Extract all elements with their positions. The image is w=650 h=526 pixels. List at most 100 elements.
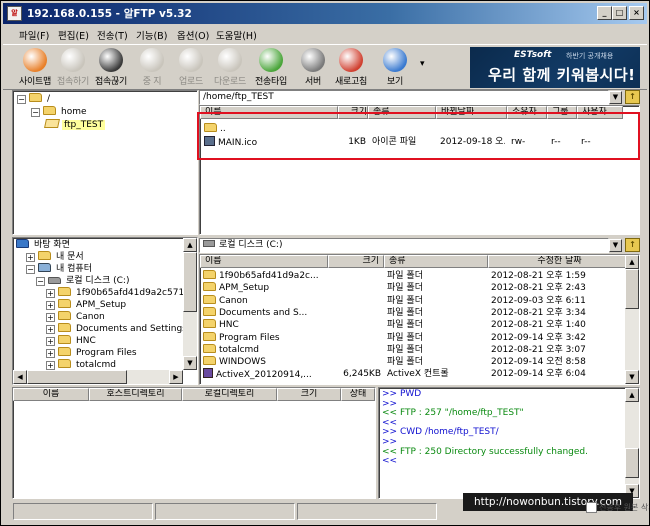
tree-item[interactable]: − / [17, 93, 52, 105]
column-header[interactable]: 호스트디렉토리 [89, 388, 182, 401]
close-button[interactable]: × [629, 6, 644, 20]
remote-folder-tree[interactable]: − / − home ftp_TEST [12, 90, 198, 235]
tree-expander-icon[interactable]: + [46, 349, 55, 358]
file-row[interactable]: APM_Setup 파일 폴더 2012-08-21 오후 2:43 [200, 282, 639, 294]
tree-item[interactable]: ftp_TEST [44, 119, 106, 131]
folder-icon [58, 335, 71, 344]
tree-item[interactable]: 바탕 화면 [16, 239, 72, 251]
local-tree-hscroll[interactable]: ◀ ▶ [13, 370, 183, 384]
file-row[interactable]: totalcmd 파일 폴더 2012-08-21 오후 3:07 [200, 343, 639, 356]
remote-path-dropdown-icon[interactable]: ▼ [609, 91, 622, 104]
ftp-log-panel[interactable]: >> PWD >> << FTP : 257 "/home/ftp_TEST" << >… [378, 387, 640, 499]
file-row[interactable]: WINDOWS 파일 폴더 2012-09-14 오전 8:58 [200, 356, 639, 368]
column-header[interactable]: 크기 [277, 388, 341, 401]
tree-item[interactable]: + 내 문서 [26, 251, 86, 263]
log-vscroll[interactable]: ▲ ▼ [625, 388, 639, 498]
toolbar-more-icon[interactable]: ▾ [420, 59, 425, 69]
tree-expander-icon[interactable]: + [46, 325, 55, 334]
toolbar-button-download[interactable]: 다운로드 [210, 47, 250, 89]
local-path-dropdown-icon[interactable]: ▼ [609, 239, 622, 252]
toolbar-button-stop[interactable]: 중 지 [132, 47, 172, 89]
column-header[interactable]: 상태 [341, 388, 375, 401]
window-title: 192.168.0.155 - 알FTP v5.32 [27, 8, 192, 20]
file-row[interactable]: Canon 파일 폴더 2012-09-03 오후 6:11 [200, 294, 639, 307]
remote-path-input[interactable]: /home/ftp_TEST [199, 90, 609, 105]
toolbar-button-refresh[interactable]: 새로고침 [331, 47, 371, 89]
tree-item[interactable]: +1f90b65afd41d9a2c5714a707b [46, 287, 197, 299]
scroll-thumb[interactable] [27, 370, 127, 384]
tree-item[interactable]: − 내 컴퓨터 [26, 263, 94, 275]
toolbar-button-sitemap[interactable]: 사이트맵 [15, 47, 55, 89]
file-row[interactable]: 1f90b65afd41d9a2c... 파일 폴더 2012-08-21 오후 1… [200, 270, 639, 282]
local-tree-vscroll[interactable]: ▲ ▼ [183, 238, 197, 370]
tree-expander-icon[interactable]: + [46, 361, 55, 370]
local-list-vscroll[interactable]: ▲ ▼ [625, 255, 639, 384]
toolbar-button-label: 새로고침 [335, 77, 367, 87]
remote-up-folder-icon[interactable]: ↑ [625, 90, 640, 104]
scroll-left-icon[interactable]: ◀ [13, 370, 27, 384]
menu-function[interactable]: 기능(B) [136, 28, 167, 42]
app-icon[interactable]: 알 [7, 6, 22, 21]
column-header[interactable]: 이름 [200, 255, 328, 268]
scroll-thumb[interactable] [625, 269, 639, 309]
tree-expander-icon[interactable]: − [36, 277, 45, 286]
menu-file[interactable]: 파일(F) [19, 28, 49, 42]
toolbar-button-connect[interactable]: 접속하기 [53, 47, 93, 89]
toolbar-button-disconnect[interactable]: 접속끊기 [91, 47, 131, 89]
tree-item[interactable]: + Program Files [46, 347, 139, 359]
tree-expander-icon[interactable]: − [26, 265, 35, 274]
scroll-up-icon[interactable]: ▲ [625, 388, 639, 402]
tree-item[interactable]: + Canon [46, 311, 107, 323]
column-header[interactable]: 크기 [328, 255, 384, 268]
file-row[interactable]: ActiveX_20120914,... 6,245KB ActiveX 컨트롤 20… [200, 368, 639, 380]
scroll-down-icon[interactable]: ▼ [183, 356, 197, 370]
local-folder-tree[interactable]: 바탕 화면 + 내 문서 − 내 컴퓨터 − 로컬 디스크 (C:) +1f90b65afd4… [12, 237, 198, 385]
tree-expander-icon[interactable]: + [46, 289, 55, 298]
toolbar-button-server[interactable]: 서버 [293, 47, 333, 89]
minimize-button[interactable]: _ [597, 6, 612, 20]
tree-item[interactable]: + HNC [46, 335, 98, 347]
scroll-thumb[interactable] [625, 448, 639, 478]
toolbar-button-view[interactable]: 보기 [375, 47, 415, 89]
tree-expander-icon[interactable]: + [46, 301, 55, 310]
menu-edit[interactable]: 편집(E) [58, 28, 89, 42]
tree-expander-icon[interactable]: + [46, 337, 55, 346]
column-header[interactable]: 수정한 날짜 [488, 255, 627, 268]
file-row[interactable]: Documents and S... 파일 폴더 2012-08-21 오후 3:3… [200, 306, 639, 319]
tree-item[interactable]: − home [31, 106, 89, 118]
maximize-button[interactable]: □ [612, 6, 627, 20]
transfer-queue-list[interactable]: 이름 호스트디렉토리 로컬디렉토리 크기 상태 [12, 387, 376, 499]
toolbar-button-upload[interactable]: 업로드 [171, 47, 211, 89]
scroll-up-icon[interactable]: ▲ [183, 238, 197, 252]
local-file-list[interactable]: 이름 크기 종류 수정한 날짜 1f90b65afd41d9a2c... 파일 폴더 20… [199, 254, 640, 385]
tree-item[interactable]: + Documents and Settings [46, 323, 189, 335]
tree-expander-icon[interactable]: + [46, 313, 55, 322]
scroll-down-icon[interactable]: ▼ [625, 370, 639, 384]
scroll-thumb[interactable] [183, 252, 197, 312]
ad-banner[interactable]: ESTsoft 하반기 공개채용 우리 함께 키워봅시다! [470, 47, 640, 88]
file-row[interactable]: HNC 파일 폴더 2012-08-21 오후 1:40 [200, 319, 639, 331]
toolbar-button-label: 접속하기 [57, 77, 89, 87]
tree-expander-icon[interactable]: − [31, 108, 40, 117]
tree-expander-icon[interactable]: + [26, 253, 35, 262]
scroll-right-icon[interactable]: ▶ [169, 370, 183, 384]
column-header[interactable]: 이름 [13, 388, 89, 401]
column-header[interactable]: 로컬디렉토리 [182, 388, 277, 401]
menu-transfer[interactable]: 전송(T) [97, 28, 128, 42]
title-bar[interactable]: 알 192.168.0.155 - 알FTP v5.32 _ □ × [3, 3, 647, 24]
file-row[interactable]: Program Files 파일 폴더 2012-09-14 오후 3:42 [200, 331, 639, 344]
desktop-icon [16, 239, 29, 248]
local-path-input[interactable]: 로컬 디스크 (C:) [199, 238, 609, 253]
toolbar-button-transfer-type[interactable]: 전송타입 [251, 47, 291, 89]
local-up-folder-icon[interactable]: ↑ [625, 238, 640, 252]
tree-expander-icon[interactable]: − [17, 95, 26, 104]
menu-help[interactable]: 도움말(H) [216, 28, 257, 42]
menu-options[interactable]: 옵션(O) [177, 28, 209, 42]
delete-after-transfer-checkbox[interactable] [586, 502, 597, 513]
tree-item[interactable]: − 로컬 디스크 (C:) [36, 275, 131, 287]
file-date-text: 2012-08-21 오후 3:34 [491, 307, 586, 318]
column-header[interactable]: 종류 [384, 255, 488, 268]
file-name-text: HNC [219, 320, 239, 331]
scroll-up-icon[interactable]: ▲ [625, 255, 639, 269]
tree-item[interactable]: + APM_Setup [46, 299, 128, 311]
